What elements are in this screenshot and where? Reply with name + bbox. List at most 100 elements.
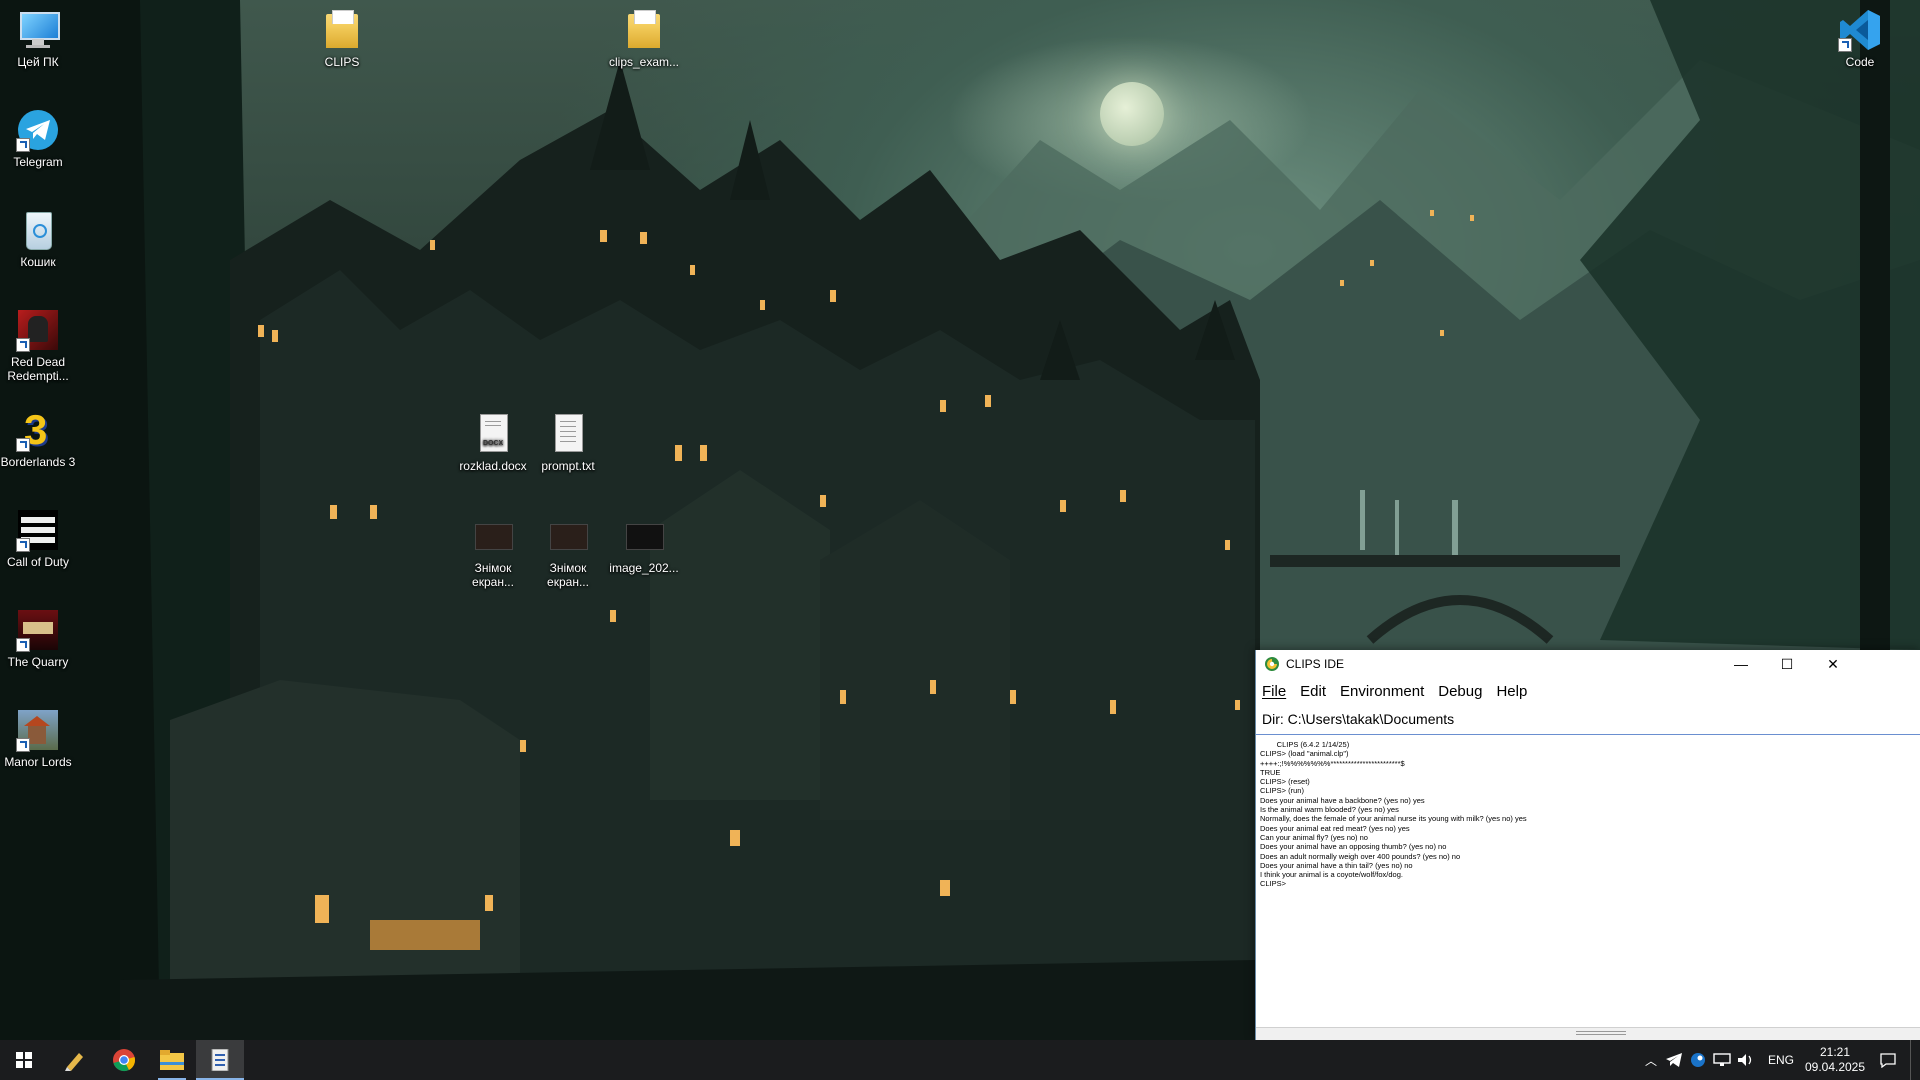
- taskbar-file-explorer[interactable]: [148, 1040, 196, 1080]
- desktop-file-prompt-txt[interactable]: prompt.txt: [530, 412, 606, 473]
- desktop-icon-telegram[interactable]: Telegram: [0, 108, 76, 169]
- desktop-icon-label: Telegram: [13, 155, 63, 169]
- steam-tray-icon: [1691, 1053, 1705, 1067]
- tray-language[interactable]: ENG: [1762, 1040, 1800, 1080]
- desktop-icon-label: Red Dead Redempti...: [7, 355, 69, 383]
- console-line: CLIPS>: [1260, 879, 1287, 889]
- desktop-icon-label: prompt.txt: [541, 459, 595, 473]
- console-line: CLIPS> (load "animal.clp"): [1260, 749, 1349, 759]
- desktop-icon-label: Code: [1845, 55, 1875, 69]
- menu-edit[interactable]: Edit: [1300, 683, 1326, 700]
- computer-icon: [16, 8, 60, 52]
- console-line: CLIPS> (run): [1260, 786, 1304, 796]
- taskbar-notepad[interactable]: [50, 1040, 98, 1080]
- file-explorer-icon: [160, 1050, 184, 1070]
- desktop-file-screenshot-1[interactable]: Знімок екран...: [455, 514, 531, 589]
- desktop-icon-label: Borderlands 3: [0, 455, 76, 469]
- console-output[interactable]: CLIPS (6.4.2 1/14/25) CLIPS> (load "anima…: [1260, 740, 1920, 1026]
- desktop-icon-call-of-duty[interactable]: Call of Duty: [0, 508, 76, 569]
- image-file-icon: [471, 514, 515, 558]
- desktop-icon-this-pc[interactable]: Цей ПК: [0, 8, 76, 69]
- maximize-button[interactable]: ☐: [1764, 650, 1810, 678]
- the-quarry-icon: [16, 608, 60, 652]
- desktop-icon-red-dead-redemption[interactable]: Red Dead Redempti...: [0, 308, 76, 383]
- desktop-icon-vscode[interactable]: Code: [1822, 8, 1898, 69]
- image-file-icon: [546, 514, 590, 558]
- call-of-duty-icon: [16, 508, 60, 552]
- desktop-icon-recycle-bin[interactable]: Кошик: [0, 208, 76, 269]
- notification-icon: [1880, 1052, 1896, 1068]
- console-line: TRUE: [1260, 767, 1281, 777]
- desktop-icon-label: rozklad.docx: [459, 459, 527, 473]
- tray-network[interactable]: [1710, 1040, 1734, 1080]
- clock-time: 21:21: [1819, 1045, 1851, 1059]
- console-line: Does your animal have an opposing thumb?…: [1260, 842, 1447, 852]
- folder-icon: [622, 8, 666, 52]
- tray-steam[interactable]: [1686, 1040, 1710, 1080]
- menu-debug[interactable]: Debug: [1438, 683, 1482, 700]
- console-line: Does your animal have a backbone? (yes n…: [1260, 795, 1425, 805]
- directory-bar: Dir: C:\Users\takak\Documents: [1256, 704, 1920, 735]
- console-line: Can your animal fly? (yes no) no: [1260, 832, 1368, 842]
- console-line: ++++:;!%%%%%%%************************$: [1260, 758, 1405, 768]
- show-desktop-button[interactable]: [1910, 1040, 1920, 1080]
- desktop-icon-label: Знімок екран...: [472, 561, 514, 589]
- show-hidden-icons-button[interactable]: ︿: [1640, 1040, 1662, 1080]
- console-line: Does an adult normally weigh over 400 po…: [1260, 851, 1461, 861]
- tray-telegram[interactable]: [1662, 1040, 1686, 1080]
- image-file-icon: [622, 514, 666, 558]
- vscode-icon: [1838, 8, 1882, 52]
- desktop-icon-label: The Quarry: [7, 655, 69, 669]
- txt-file-icon: [546, 412, 590, 456]
- clips-ide-window[interactable]: CLIPS IDE — ☐ ✕ File Edit Environment De…: [1255, 650, 1920, 1040]
- close-button[interactable]: ✕: [1810, 650, 1856, 678]
- menu-environment[interactable]: Environment: [1340, 683, 1424, 700]
- desktop-icon-the-quarry[interactable]: The Quarry: [0, 608, 76, 669]
- desktop-icon-label: Call of Duty: [6, 555, 70, 569]
- desktop-icon-manor-lords[interactable]: Manor Lords: [0, 708, 76, 769]
- tray-volume[interactable]: [1734, 1040, 1758, 1080]
- desktop-icon-label: Кошик: [20, 255, 56, 269]
- folder-icon: [320, 8, 364, 52]
- desktop-folder-clips[interactable]: CLIPS: [304, 8, 380, 69]
- console-line: Normally, does the female of your animal…: [1260, 814, 1527, 824]
- desktop-icon-borderlands-3[interactable]: 3 Borderlands 3: [0, 408, 76, 470]
- console-line: Does your animal have a thin tail? (yes …: [1260, 860, 1413, 870]
- desktop-folder-clips-examples[interactable]: clips_exam...: [606, 8, 682, 69]
- desktop-file-screenshot-2[interactable]: Знімок екран...: [530, 514, 606, 589]
- docx-file-icon: DOCX: [471, 412, 515, 456]
- borderlands-icon: 3: [16, 408, 60, 452]
- chevron-up-icon: ︿: [1644, 1053, 1657, 1068]
- tray-clock[interactable]: 21:21 09.04.2025: [1800, 1040, 1870, 1080]
- telegram-tray-icon: [1666, 1053, 1682, 1067]
- window-titlebar[interactable]: CLIPS IDE — ☐ ✕: [1256, 650, 1920, 678]
- taskbar-clips-ide[interactable]: [196, 1040, 244, 1080]
- desktop-icon-label: Знімок екран...: [547, 561, 589, 589]
- notifications-button[interactable]: [1870, 1040, 1906, 1080]
- chrome-icon: [113, 1049, 135, 1072]
- telegram-icon: [16, 108, 60, 152]
- splitter-grip[interactable]: [1256, 1027, 1920, 1040]
- desktop-file-image[interactable]: image_202...: [606, 514, 682, 575]
- menu-help[interactable]: Help: [1496, 683, 1527, 700]
- desktop-icon-label: Цей ПК: [17, 55, 59, 69]
- desktop-icon-label: clips_exam...: [608, 55, 680, 69]
- network-icon: [1713, 1053, 1731, 1066]
- menu-file[interactable]: File: [1262, 683, 1286, 700]
- taskbar-chrome[interactable]: [100, 1040, 148, 1080]
- window-title: CLIPS IDE: [1286, 657, 1345, 671]
- manor-lords-icon: [16, 708, 60, 752]
- clips-app-icon: [211, 1049, 229, 1071]
- clock-date: 09.04.2025: [1804, 1060, 1866, 1074]
- desktop-icon-label: Manor Lords: [4, 755, 72, 769]
- clips-app-icon: [1264, 656, 1280, 672]
- desktop-file-rozklad-docx[interactable]: DOCX rozklad.docx: [455, 412, 531, 473]
- menu-bar: File Edit Environment Debug Help: [1256, 678, 1920, 704]
- recycle-bin-icon: [16, 208, 60, 252]
- red-dead-redemption-icon: [16, 308, 60, 352]
- start-button[interactable]: [0, 1040, 48, 1080]
- pen-icon: [65, 1053, 83, 1071]
- desktop-icon-label: image_202...: [609, 561, 679, 575]
- console-line: Does your animal eat red meat? (yes no) …: [1260, 823, 1410, 833]
- minimize-button[interactable]: —: [1718, 650, 1764, 678]
